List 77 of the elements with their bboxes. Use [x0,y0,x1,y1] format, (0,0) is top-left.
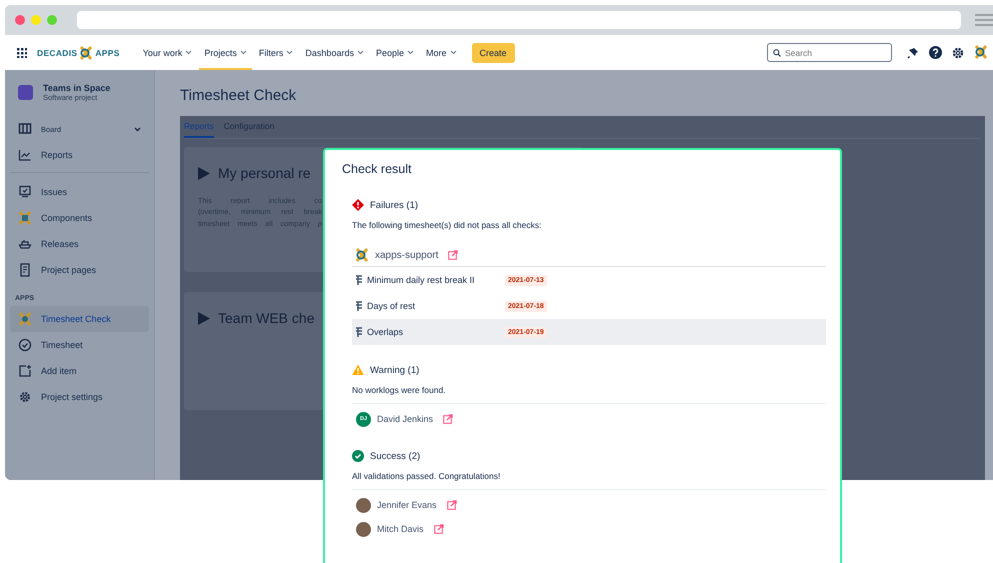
app-logo-icon [18,211,32,225]
monitor-icon [18,185,32,199]
user-avatar [356,498,371,512]
nav-menu-item[interactable]: People [370,35,419,70]
section-heading: Success (2) [370,450,420,462]
nav-menu-item[interactable]: Your work [138,35,198,70]
ship-icon [18,237,32,251]
chevron-icon [450,50,456,55]
user-name[interactable]: Jennifer Evans [377,500,437,510]
sidebar-item[interactable]: Timesheet [10,332,149,358]
chevron-icon [240,50,247,55]
sidebar-item[interactable]: Issues [10,179,149,205]
project-avatar [18,85,33,100]
section-heading: Failures (1) [370,200,418,210]
card-title: Team WEB che [218,310,314,326]
check-name: Overlaps [367,327,404,337]
external-link-icon[interactable] [443,414,454,424]
app-logo-icon [355,248,369,262]
rule-icon [355,275,363,285]
project-name[interactable]: Teams in Space [43,83,110,93]
rule-icon [355,327,363,337]
chevron-icon [185,50,192,55]
gear-icon [18,390,32,404]
sidebar-item[interactable]: Components [10,205,149,231]
play-icon[interactable] [198,312,210,324]
logo-icon [79,46,94,60]
help-icon[interactable] [929,46,942,59]
check-name: Days of rest [367,301,416,311]
nav-menu-item[interactable]: Filters [254,35,298,70]
notification-icon[interactable] [907,46,919,58]
rule-icon [355,301,363,311]
app-logo-icon [974,44,988,58]
external-link-icon[interactable] [434,524,444,534]
user-name[interactable]: Mitch Davis [377,524,424,534]
sidebar-item[interactable]: Project settings [10,384,149,410]
app-grid-icon[interactable] [17,48,27,58]
play-icon[interactable] [198,166,210,180]
external-link-icon[interactable] [446,500,457,510]
nav-menu-item[interactable]: Dashboards [300,35,369,70]
sidebar-item[interactable]: Timesheet Check [10,306,149,332]
create-button[interactable]: Create [472,42,515,62]
section-description: No worklogs were found. [352,385,447,397]
line-chart-icon [18,148,32,162]
sidebar-item[interactable]: Add item [10,358,149,384]
check-circle-icon [18,338,32,352]
search-field[interactable]: Search [767,43,892,62]
page-title: Timesheet Check [180,87,298,104]
section-description: All validations passed. Congratulations! [352,471,502,483]
sidebar-item[interactable]: Releases [10,231,149,257]
logo-text: APPS [95,48,120,58]
section-description: The following timesheet(s) did not pass all checks: [352,220,542,232]
card-title: My personal re [218,165,311,181]
chevron-icon [134,126,141,132]
project-link[interactable]: xapps-support [375,250,438,260]
check-name: Minimum daily rest break II [367,275,475,285]
app-logo-icon [18,312,32,326]
dialog-title: Check result [342,162,412,176]
chevron-icon [406,50,414,55]
logo-text: DECADIS [37,48,78,58]
section-heading: Warning (1) [370,364,420,376]
sidebar-item[interactable]: Reports [10,142,149,168]
nav-menu-item[interactable]: More [420,35,462,70]
sidebar-item[interactable]: Project pages [10,257,149,283]
nav-menu-item[interactable]: Projects [199,35,252,70]
add-square-icon [18,364,32,378]
external-link-icon[interactable] [448,250,458,260]
board-icon [18,122,32,136]
menu-icon[interactable] [975,14,993,26]
close-window-dot[interactable] [15,15,25,25]
chevron-icon [356,50,364,55]
minimize-window-dot[interactable] [31,15,41,25]
maximize-window-dot[interactable] [47,15,57,25]
document-icon [18,263,32,277]
user-name[interactable]: David Jenkins [377,414,434,424]
user-avatar [356,522,371,536]
chevron-icon [286,50,294,55]
settings-icon[interactable] [952,46,964,58]
